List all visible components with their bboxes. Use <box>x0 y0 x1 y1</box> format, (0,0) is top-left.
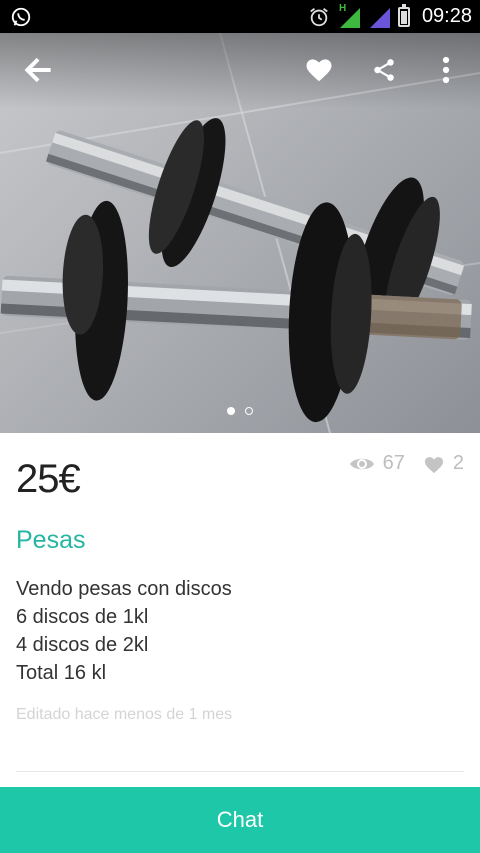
whatsapp-icon <box>11 7 31 27</box>
chat-button-label: Chat <box>216 807 264 832</box>
item-title: Pesas <box>16 526 86 554</box>
battery-icon <box>397 3 410 27</box>
eye-icon <box>349 458 374 469</box>
gallery-pager <box>0 407 480 415</box>
divider <box>16 771 464 772</box>
description-line: 4 discos de 2kl <box>16 634 149 656</box>
chat-button[interactable]: Chat <box>0 787 480 853</box>
pager-dot[interactable] <box>245 407 253 415</box>
heart-icon <box>424 456 443 473</box>
back-arrow-icon <box>24 57 51 83</box>
network-type-label: H <box>338 2 347 14</box>
back-button[interactable] <box>16 48 60 92</box>
signal-icon <box>369 7 390 28</box>
edited-timestamp: Editado hace menos de 1 mes <box>16 706 233 723</box>
item-price: 25€ <box>16 457 81 501</box>
image-toolbar <box>0 33 480 109</box>
share-button[interactable] <box>362 48 406 92</box>
share-icon <box>374 59 394 81</box>
views-count: 67 <box>382 452 405 474</box>
views-counter: 67 <box>349 452 405 475</box>
alarm-icon <box>310 7 328 26</box>
heart-icon <box>306 59 332 82</box>
description-line: 6 discos de 1kl <box>16 606 149 628</box>
more-vert-icon <box>442 56 450 84</box>
status-bar: H 09:28 <box>0 0 480 33</box>
description-line: Vendo pesas con discos <box>16 578 232 600</box>
favorites-counter: 2 <box>423 452 464 475</box>
more-options-button[interactable] <box>424 48 468 92</box>
favorite-button[interactable] <box>297 48 341 92</box>
item-stats: 67 2 <box>349 452 464 475</box>
product-image-gallery[interactable] <box>0 33 480 433</box>
item-description: Vendo pesas con discos 6 discos de 1kl 4… <box>16 575 232 687</box>
status-time: 09:28 <box>421 5 472 27</box>
favorites-count: 2 <box>452 452 464 474</box>
pager-dot-active[interactable] <box>227 407 235 415</box>
signal-icon: H <box>338 2 360 28</box>
description-line: Total 16 kl <box>16 662 107 684</box>
